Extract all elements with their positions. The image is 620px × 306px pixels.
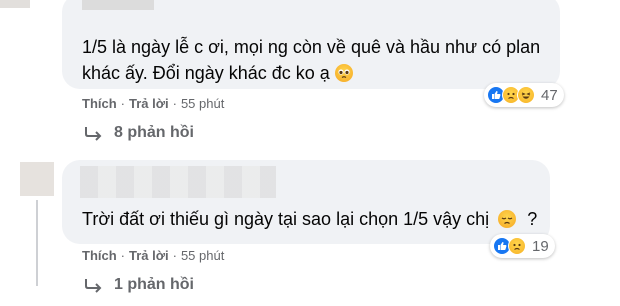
comment-text-line: Trời đất ơi thiếu gì ngày tại sao lại ch… <box>82 209 538 229</box>
comment-timestamp[interactable]: 55 phút <box>181 248 224 263</box>
comment-text-line: 1/5 là ngày lễ c ơi, mọi ng còn về quê v… <box>82 37 541 57</box>
haha-icon <box>517 86 535 104</box>
commenter-name-redacted[interactable] <box>82 0 154 10</box>
reply-arrow-icon <box>85 127 102 141</box>
disappointed-face-icon <box>498 210 517 228</box>
commenter-name-redacted[interactable] <box>80 166 276 198</box>
comment-actions: Thích · Trả lời · 55 phút <box>82 248 225 263</box>
thread-line <box>36 200 38 286</box>
reply-arrow-icon <box>85 279 102 293</box>
comment-actions: Thích · Trả lời · 55 phút <box>82 96 225 111</box>
comment-text-line: khác ấy. Đổi ngày khác đc ko ạ <box>82 60 353 87</box>
view-replies-button[interactable]: 1 phản hồi <box>84 276 194 294</box>
sad-icon <box>508 237 526 255</box>
like-button[interactable]: Thích <box>82 248 117 263</box>
reaction-summary[interactable]: 47 <box>484 83 564 107</box>
avatar[interactable] <box>20 162 54 196</box>
reply-button[interactable]: Trả lời <box>129 96 169 111</box>
comment-timestamp[interactable]: 55 phút <box>181 96 224 111</box>
reaction-count: 47 <box>541 86 558 104</box>
pleading-face-icon <box>334 64 353 82</box>
avatar[interactable] <box>0 0 30 8</box>
like-button[interactable]: Thích <box>82 96 117 111</box>
reaction-count: 19 <box>532 237 549 255</box>
view-replies-button[interactable]: 8 phản hồi <box>84 124 194 142</box>
reaction-summary[interactable]: 19 <box>490 234 555 258</box>
reply-button[interactable]: Trả lời <box>129 248 169 263</box>
